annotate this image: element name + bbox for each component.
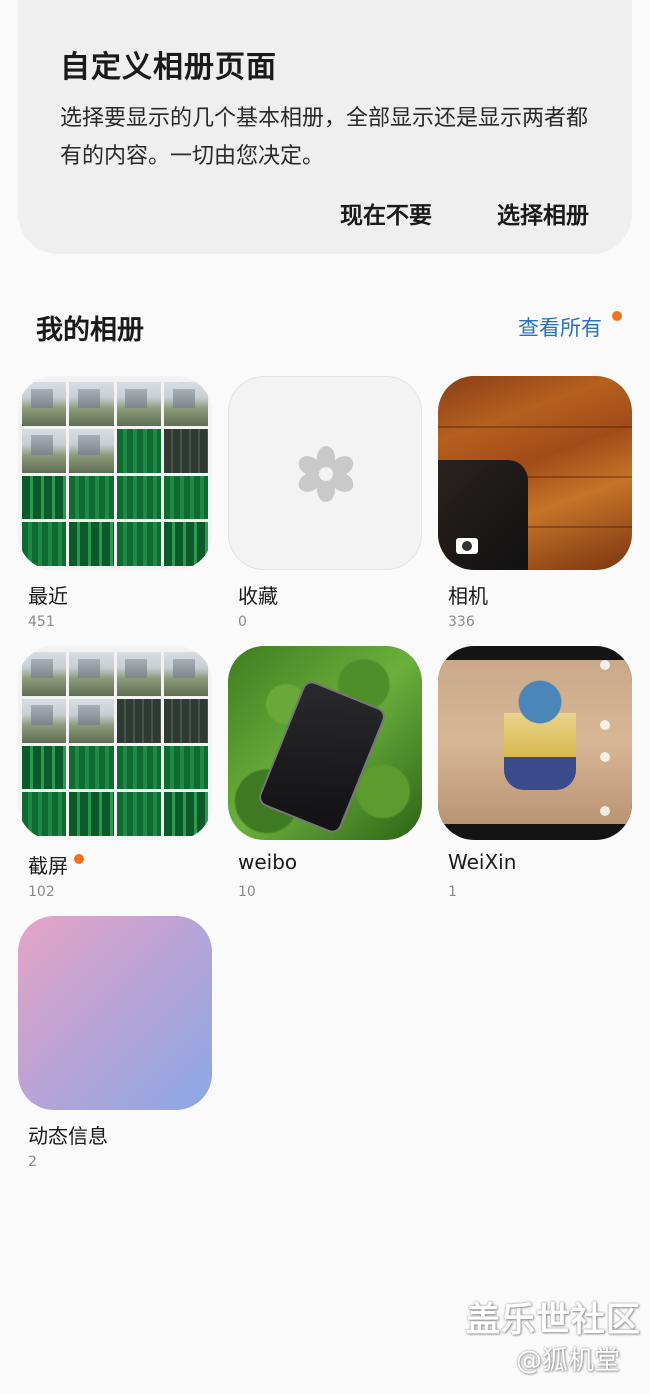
watermark-handle: @狐机堂 [516, 1346, 621, 1376]
album-stories[interactable]: 动态信息 2 [18, 916, 212, 1170]
album-count: 1 [448, 884, 457, 900]
album-name: 收藏 [238, 584, 278, 608]
not-now-button[interactable]: 现在不要 [340, 196, 432, 230]
card-description: 选择要显示的几个基本相册，全部显示还是显示两者都有的内容。一切由您决定。 [60, 106, 589, 169]
card-title: 自定义相册页面 [60, 50, 277, 85]
album-count: 2 [28, 1154, 37, 1170]
album-favorites[interactable]: 收藏 0 [228, 376, 422, 630]
album-count: 451 [28, 614, 55, 630]
album-thumbnail [18, 646, 212, 840]
customize-albums-card: 自定义相册页面 选择要显示的几个基本相册，全部显示还是显示两者都有的内容。一切由… [18, 0, 632, 254]
album-thumbnail [438, 376, 632, 570]
album-thumbnail [18, 376, 212, 570]
album-thumbnail [228, 646, 422, 840]
album-camera[interactable]: 相机 336 [438, 376, 632, 630]
album-name: 相机 [448, 584, 488, 608]
album-count: 102 [28, 884, 55, 900]
album-recent[interactable]: 最近 451 [18, 376, 212, 630]
album-thumbnail [18, 916, 212, 1110]
watermark-title: 盖乐世社区 [466, 1300, 641, 1340]
album-screenshots[interactable]: 截屏 102 [18, 646, 212, 900]
album-name: 截屏 [28, 854, 68, 878]
album-thumbnail [228, 376, 422, 570]
album-weixin[interactable]: WeiXin 1 [438, 646, 632, 900]
view-all-link[interactable]: 查看所有 [518, 312, 602, 342]
flower-icon [298, 446, 354, 502]
gallery-albums-page: 自定义相册页面 选择要显示的几个基本相册，全部显示还是显示两者都有的内容。一切由… [0, 0, 650, 1394]
album-name: WeiXin [448, 850, 517, 874]
album-count: 336 [448, 614, 475, 630]
album-thumbnail [438, 646, 632, 840]
album-name: 最近 [28, 584, 68, 608]
new-indicator-dot [74, 854, 84, 864]
album-name: weibo [238, 850, 298, 874]
album-name: 动态信息 [28, 1124, 108, 1148]
my-albums-title: 我的相册 [36, 315, 144, 346]
album-count: 0 [238, 614, 247, 630]
new-indicator-dot [612, 311, 622, 321]
choose-albums-button[interactable]: 选择相册 [497, 196, 589, 230]
album-weibo[interactable]: weibo 10 [228, 646, 422, 900]
album-count: 10 [238, 884, 256, 900]
camera-icon [456, 538, 478, 554]
